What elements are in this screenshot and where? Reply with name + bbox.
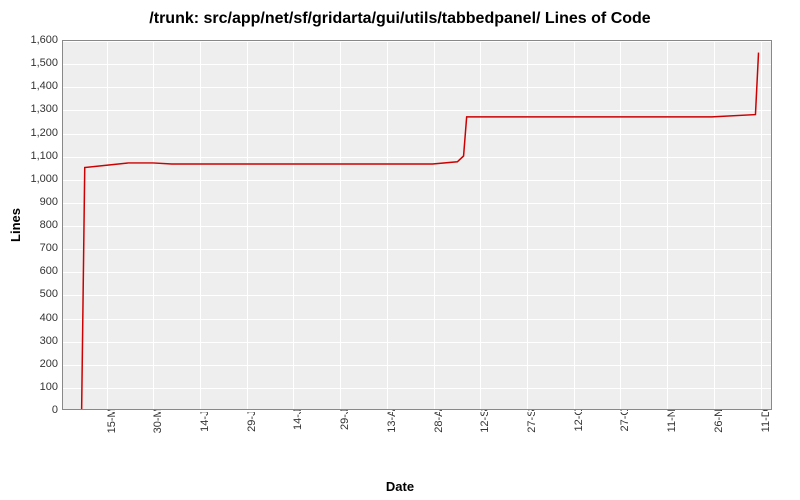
y-axis-label: Lines [8, 208, 23, 242]
y-tick-label: 600 [40, 265, 58, 277]
y-tick-label: 1,200 [30, 127, 58, 139]
y-tick-label: 1,300 [30, 103, 58, 115]
y-tick-label: 400 [40, 312, 58, 324]
y-tick-label: 200 [40, 358, 58, 370]
y-tick-label: 1,500 [30, 57, 58, 69]
data-line [63, 41, 771, 409]
y-tick-label: 0 [52, 404, 58, 416]
y-tick-label: 800 [40, 219, 58, 231]
x-axis-label: Date [386, 479, 414, 494]
plot-area [62, 40, 772, 410]
y-tick-label: 500 [40, 288, 58, 300]
chart-container: /trunk: src/app/net/sf/gridarta/gui/util… [0, 0, 800, 500]
y-tick-label: 1,000 [30, 173, 58, 185]
y-tick-label: 1,100 [30, 150, 58, 162]
chart-title: /trunk: src/app/net/sf/gridarta/gui/util… [0, 0, 800, 28]
y-tick-label: 100 [40, 381, 58, 393]
y-tick-label: 1,400 [30, 80, 58, 92]
y-tick-label: 900 [40, 196, 58, 208]
y-tick-label: 1,600 [30, 34, 58, 46]
y-tick-label: 300 [40, 335, 58, 347]
y-tick-label: 700 [40, 242, 58, 254]
